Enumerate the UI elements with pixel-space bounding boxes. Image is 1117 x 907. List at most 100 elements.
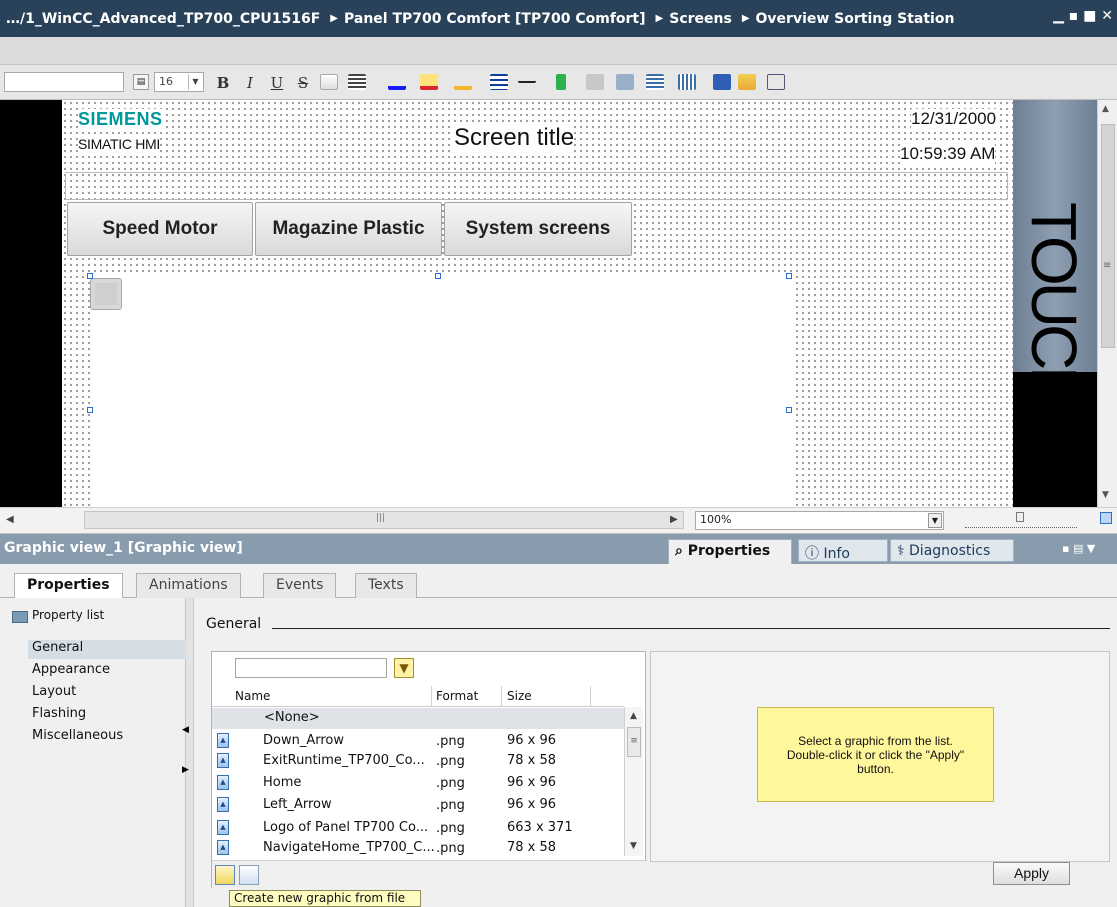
font-color-icon[interactable] xyxy=(388,74,406,90)
arrange-icon[interactable] xyxy=(678,74,696,90)
format-painter-icon[interactable] xyxy=(713,74,731,90)
table-row[interactable]: ▲ Logo of Panel TP700 Co... .png 663 x 3… xyxy=(212,818,624,839)
zoom-area-icon[interactable] xyxy=(767,74,785,90)
inspector-window-controls[interactable]: ▪ ▤ ▼ xyxy=(1062,542,1095,555)
tab-diagnostics[interactable]: ⚕ Diagnostics xyxy=(890,539,1014,562)
distribute-icon[interactable] xyxy=(616,74,634,90)
canvas-vertical-scrollbar[interactable]: ▲ ≡ ▼ xyxy=(1097,100,1117,507)
splitter[interactable] xyxy=(186,598,194,907)
window-controls[interactable]: ▁ ▪ ■ ✕ xyxy=(1053,8,1113,24)
hint-line: button. xyxy=(857,762,894,776)
subtab-animations[interactable]: Animations xyxy=(136,573,241,598)
resize-handle[interactable] xyxy=(87,273,93,279)
touch-label: TOUCH xyxy=(1018,202,1090,409)
graphic-format: .png xyxy=(436,734,465,749)
resize-handle[interactable] xyxy=(435,273,441,279)
tab-properties[interactable]: ⌕ Properties xyxy=(668,539,792,564)
subtab-texts[interactable]: Texts xyxy=(355,573,417,598)
breadcrumb-screen[interactable]: Overview Sorting Station xyxy=(756,11,955,27)
graphic-view-lower[interactable] xyxy=(90,412,792,507)
property-list-link[interactable]: Property list xyxy=(32,608,104,622)
line-color-icon[interactable] xyxy=(454,74,472,90)
subtab-events[interactable]: Events xyxy=(263,573,337,598)
font-name-field[interactable] xyxy=(4,72,124,92)
shadow-icon[interactable] xyxy=(586,74,604,90)
resize-handle[interactable] xyxy=(87,407,93,413)
hmi-screen[interactable]: SIEMENS SIMATIC HMI Screen title 12/31/2… xyxy=(62,100,1013,507)
col-name[interactable]: Name xyxy=(235,689,270,703)
nav-flashing[interactable]: Flashing xyxy=(32,706,86,721)
text-box-icon[interactable]: ▤ xyxy=(133,74,149,90)
align-text-icon[interactable] xyxy=(348,74,366,90)
nav-miscellaneous[interactable]: Miscellaneous xyxy=(32,728,123,743)
bold-button[interactable]: B xyxy=(215,72,231,94)
breadcrumb-screens[interactable]: Screens xyxy=(669,11,732,27)
canvas-status-row: ◀ ||| ▶ 100% ▼ xyxy=(0,507,1117,534)
pattern-fill-icon[interactable] xyxy=(556,74,566,90)
speed-motor-button[interactable]: Speed Motor xyxy=(67,202,253,256)
line-weight-icon[interactable] xyxy=(490,74,508,90)
table-row[interactable]: ▲ Home .png 96 x 96 xyxy=(212,773,624,794)
fill-color-icon[interactable] xyxy=(420,74,438,90)
table-row[interactable]: ▲ NavigateHome_TP700_C... .png 78 x 58 xyxy=(212,838,624,856)
col-size[interactable]: Size xyxy=(507,689,532,703)
graphic-format: .png xyxy=(436,821,465,836)
nav-general[interactable]: General xyxy=(28,640,186,659)
nav-layout[interactable]: Layout xyxy=(32,684,76,699)
overview-navigation-icon[interactable] xyxy=(1100,512,1112,524)
zoom-slider-knob[interactable] xyxy=(1016,512,1024,522)
line-style-icon[interactable] xyxy=(518,74,536,83)
time-field[interactable]: 10:59:39 AM xyxy=(900,144,996,164)
create-graphic-from-file-button[interactable] xyxy=(215,865,235,885)
underline-button[interactable]: U xyxy=(270,72,284,94)
table-row[interactable]: <None> xyxy=(212,708,624,729)
magazine-plastic-button[interactable]: Magazine Plastic xyxy=(255,202,442,256)
font-size-field[interactable]: 16 ▼ xyxy=(154,72,204,92)
table-row[interactable]: ▲ Left_Arrow .png 96 x 96 xyxy=(212,795,624,816)
scroll-down-icon[interactable]: ▼ xyxy=(630,841,637,851)
graphic-file-icon: ▲ xyxy=(217,733,229,748)
align-icon[interactable] xyxy=(646,74,664,90)
table-row[interactable]: ▲ ExitRuntime_TP700_Co... .png 78 x 58 xyxy=(212,751,624,772)
scroll-up-icon[interactable]: ▲ xyxy=(1102,104,1109,114)
graphics-list-scrollbar[interactable]: ▲ ≡ ▼ xyxy=(624,707,643,856)
resize-handle[interactable] xyxy=(786,273,792,279)
info-icon: ⓘ xyxy=(805,546,824,562)
scroll-thumb[interactable] xyxy=(1101,124,1115,348)
col-format[interactable]: Format xyxy=(436,689,478,703)
resize-handle[interactable] xyxy=(786,407,792,413)
collapse-left-icon[interactable]: ◀ xyxy=(182,725,189,735)
scroll-up-icon[interactable]: ▲ xyxy=(630,711,637,721)
table-row[interactable]: ▲ Down_Arrow .png 96 x 96 xyxy=(212,731,624,752)
scroll-left-icon[interactable]: ◀ xyxy=(6,514,20,528)
italic-button[interactable]: I xyxy=(243,72,257,94)
tooltip: Create new graphic from file xyxy=(229,890,421,907)
breadcrumb-separator-icon: ▶ xyxy=(741,13,750,24)
filter-icon[interactable]: ▼ xyxy=(394,658,414,678)
graphic-filter-input[interactable] xyxy=(235,658,387,678)
graphic-file-icon: ▲ xyxy=(217,820,229,835)
chevron-down-icon[interactable]: ▼ xyxy=(188,74,202,90)
date-field[interactable]: 12/31/2000 xyxy=(911,109,997,129)
zoom-select[interactable]: 100% ▼ xyxy=(695,511,944,530)
scroll-down-icon[interactable]: ▼ xyxy=(1102,490,1109,500)
expand-right-icon[interactable]: ▶ xyxy=(182,765,189,775)
strikethrough-button[interactable]: S xyxy=(296,72,310,94)
tab-info[interactable]: ⓘ Info xyxy=(798,539,888,562)
screen-title[interactable]: Screen title xyxy=(454,124,575,152)
font-size-increase-icon[interactable] xyxy=(320,74,338,90)
layer-icon[interactable] xyxy=(738,74,756,90)
breadcrumb-project[interactable]: …/1_WinCC_Advanced_TP700_CPU1516F xyxy=(6,11,320,27)
tab-info-label: Info xyxy=(823,546,850,562)
system-screens-button[interactable]: System screens xyxy=(444,202,632,256)
scroll-right-icon[interactable]: ▶ xyxy=(670,514,678,525)
edit-graphic-button[interactable] xyxy=(239,865,259,885)
apply-button[interactable]: Apply xyxy=(993,862,1070,885)
nav-appearance[interactable]: Appearance xyxy=(32,662,110,677)
alarm-window[interactable] xyxy=(65,172,1008,200)
breadcrumb-device[interactable]: Panel TP700 Comfort [TP700 Comfort] xyxy=(344,11,646,27)
scroll-thumb[interactable]: ≡ xyxy=(627,727,641,757)
chevron-down-icon[interactable]: ▼ xyxy=(928,513,942,528)
subtab-properties[interactable]: Properties xyxy=(14,573,123,599)
graphic-view[interactable] xyxy=(90,276,792,412)
